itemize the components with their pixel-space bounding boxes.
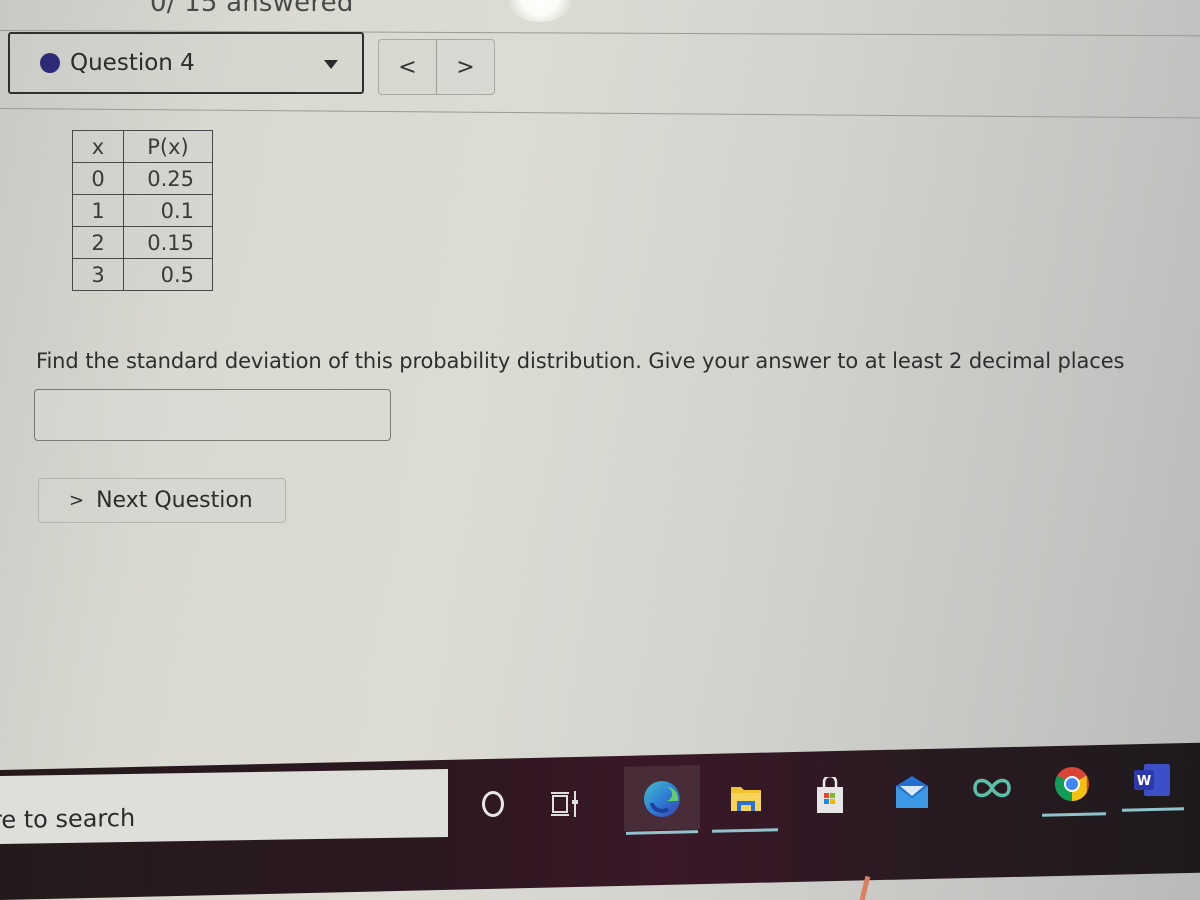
question-nav-group: < > xyxy=(378,39,495,95)
chrome-icon[interactable] xyxy=(1052,764,1092,804)
question-selector-label: Question 4 xyxy=(70,50,195,76)
answered-status: 0/ 15 answered xyxy=(150,0,354,18)
answer-input[interactable] xyxy=(34,389,391,441)
previous-question-button[interactable]: < xyxy=(379,40,436,94)
cell-x: 3 xyxy=(72,258,124,291)
cell-x: 2 xyxy=(72,226,124,259)
table-row: 3 0.5 xyxy=(72,258,213,291)
edge-icon[interactable] xyxy=(640,777,684,821)
question-prompt: Find the standard deviation of this prob… xyxy=(36,349,1125,373)
cell-px: 0.15 xyxy=(123,226,213,259)
taskbar-search-box[interactable]: re to search xyxy=(0,768,448,844)
probability-table: x P(x) 0 0.25 1 0.1 2 0.15 3 0.5 xyxy=(72,130,213,291)
column-header-px: P(x) xyxy=(123,130,213,163)
cell-x: 1 xyxy=(72,194,124,227)
divider-mid xyxy=(0,108,1200,119)
cortana-circle-icon[interactable] xyxy=(476,787,510,821)
question-selector-dropdown[interactable]: Question 4 xyxy=(8,32,364,94)
word-letter: W xyxy=(1137,774,1151,789)
folder-icon[interactable] xyxy=(724,776,768,820)
cell-px: 0.1 xyxy=(123,194,213,227)
caret-down-icon xyxy=(324,60,338,69)
next-question-arrow-button[interactable]: > xyxy=(436,40,494,94)
next-question-label: Next Question xyxy=(96,488,253,513)
taskbar-search-placeholder: re to search xyxy=(0,803,136,835)
cell-px: 0.5 xyxy=(123,258,213,291)
question-status-dot xyxy=(40,53,60,73)
chevron-left-icon: < xyxy=(398,54,417,80)
table-row: 0 0.25 xyxy=(72,162,213,195)
store-bag-icon[interactable] xyxy=(808,773,852,819)
chevron-right-icon: > xyxy=(69,490,85,511)
table-row: 2 0.15 xyxy=(72,226,213,259)
task-view-icon[interactable] xyxy=(545,786,585,822)
cell-px: 0.25 xyxy=(123,162,213,195)
table-row: 1 0.1 xyxy=(72,194,213,227)
infinity-icon[interactable] xyxy=(970,768,1014,808)
screen-glare xyxy=(505,0,575,22)
column-header-x: x xyxy=(72,130,124,163)
table-header-row: x P(x) xyxy=(72,130,213,163)
cell-x: 0 xyxy=(72,162,124,195)
chevron-right-icon: > xyxy=(456,54,475,80)
next-question-button[interactable]: > Next Question xyxy=(38,478,286,523)
mail-envelope-icon[interactable] xyxy=(890,770,934,814)
word-icon[interactable]: W xyxy=(1130,758,1174,802)
